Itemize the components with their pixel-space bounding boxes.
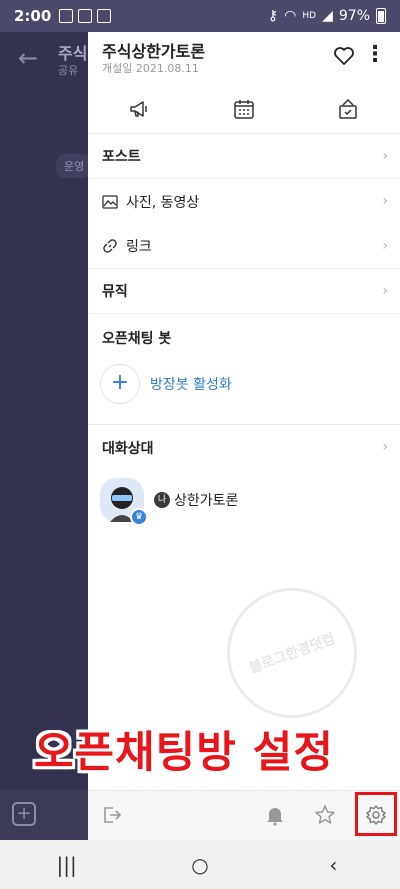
background-chat-input: +: [0, 790, 88, 840]
openbot-activate-label: 방장봇 활성화: [150, 377, 232, 393]
settings-highlight-box: [355, 792, 397, 836]
signal-icon: ◢: [322, 8, 333, 24]
member-item[interactable]: ♛ 나 상한가토론: [88, 470, 400, 530]
menu-links[interactable]: 링크 ›: [88, 224, 400, 269]
notification-icons: [59, 9, 112, 23]
menu-music-label: 뮤직: [102, 284, 128, 300]
chevron-right-icon: ›: [382, 439, 388, 455]
image-icon: [78, 9, 93, 23]
drawer-header: 주식상한가토론 개설일 2021.08.11 ⋮: [88, 32, 400, 84]
key-icon: ⚷: [267, 8, 279, 24]
calendar-button[interactable]: [192, 84, 296, 133]
menu-post[interactable]: 포스트 ›: [88, 134, 400, 179]
back-icon[interactable]: ‹: [303, 853, 363, 877]
room-title: 주식상한가토론: [102, 42, 206, 61]
watermark-text: 블로그한경덧컴: [247, 631, 338, 677]
app-icon: [97, 9, 112, 23]
ballot-box-icon: [339, 98, 357, 119]
member-name: 상한가토론: [174, 493, 239, 509]
system-nav-bar: ||| ○ ‹: [0, 840, 400, 889]
room-open-date: 개설일 2021.08.11: [102, 62, 199, 75]
background-chat-subtitle: 공유: [58, 64, 79, 77]
quick-actions: [88, 84, 400, 134]
vote-button[interactable]: [296, 84, 400, 133]
menu-photos-label: 사진, 동영상: [126, 194, 200, 211]
openbot-title: 오픈채팅 봇: [102, 331, 172, 347]
home-icon[interactable]: ○: [170, 853, 230, 877]
plus-box-icon[interactable]: +: [12, 802, 36, 826]
members-title: 대화상대: [102, 440, 154, 457]
plus-icon: +: [100, 364, 140, 404]
exit-icon[interactable]: [100, 803, 124, 827]
me-badge: 나: [154, 492, 170, 508]
openbot-activate-button[interactable]: + 방장봇 활성화: [88, 356, 400, 424]
chevron-right-icon: ›: [382, 193, 388, 209]
caption-overlay: 오픈채팅방 설정: [34, 728, 334, 778]
battery-icon: [376, 8, 386, 24]
calendar-icon: [234, 99, 254, 119]
menu-post-label: 포스트: [102, 149, 141, 165]
gallery-icon: [59, 9, 74, 23]
avatar: ♛: [100, 478, 148, 526]
openbot-section: 오픈채팅 봇 + 방장봇 활성화: [88, 314, 400, 425]
chevron-right-icon: ›: [382, 238, 388, 254]
menu-photos[interactable]: 사진, 동영상 ›: [88, 179, 400, 224]
megaphone-icon: [130, 100, 147, 117]
background-chat: ← 주식 공유 운영: [0, 32, 93, 790]
star-icon[interactable]: [313, 803, 337, 827]
crown-icon: ♛: [130, 508, 148, 526]
hd-label: HD: [302, 11, 317, 21]
background-chat-title: 주식: [58, 44, 88, 63]
back-arrow-icon[interactable]: ←: [18, 44, 38, 72]
heart-icon[interactable]: [332, 44, 356, 68]
background-chat-pill: 운영: [56, 154, 93, 178]
photo-icon: [102, 193, 120, 211]
drawer-footer: [88, 790, 400, 840]
chevron-right-icon: ›: [382, 283, 388, 299]
menu-music[interactable]: 뮤직 ›: [88, 269, 400, 314]
recent-apps-icon[interactable]: |||: [37, 853, 97, 877]
more-vertical-icon[interactable]: ⋮: [364, 44, 386, 68]
chevron-right-icon: ›: [382, 148, 388, 164]
status-right: ⚷ ◠ HD ◢ 97%: [268, 8, 386, 24]
wifi-icon: ◠: [284, 8, 297, 24]
menu-links-label: 링크: [126, 239, 152, 255]
bell-icon[interactable]: [263, 803, 287, 827]
members-header[interactable]: 대화상대 ›: [88, 425, 400, 470]
status-bar: 2:00 ⚷ ◠ HD ◢ 97%: [0, 0, 400, 32]
status-time: 2:00: [14, 7, 52, 25]
notice-button[interactable]: [88, 84, 192, 133]
link-icon: [102, 237, 120, 255]
battery-percent: 97%: [338, 8, 370, 24]
